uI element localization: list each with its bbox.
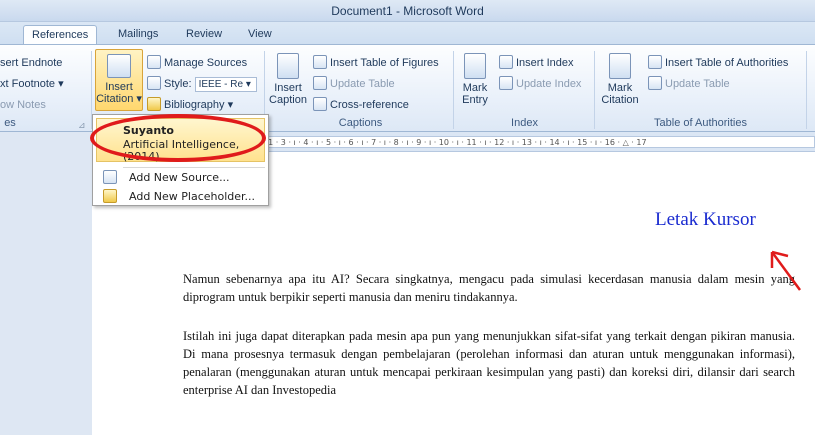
insert-table-of-figures-label: Insert Table of Figures (330, 57, 439, 69)
insert-caption-button[interactable]: Insert Caption (268, 53, 308, 106)
group-separator (806, 51, 807, 129)
add-new-placeholder-item[interactable]: Add New Placeholder... (96, 187, 265, 206)
insert-caption-label-line1: Insert (274, 82, 302, 94)
insert-citation-icon (107, 54, 131, 78)
document-paragraph-1[interactable]: Namun sebenarnya apa itu AI? Secara sing… (183, 270, 795, 306)
insert-caption-icon (277, 53, 299, 79)
update-table-authorities-icon (648, 76, 662, 90)
ribbon-tab-bar: References Mailings Review View (0, 22, 815, 44)
update-index-icon (499, 76, 513, 90)
bibliography-button[interactable]: Bibliography ▾ (147, 96, 233, 114)
style-label: Style: (164, 78, 192, 90)
update-table-authorities-label: Update Table (665, 78, 730, 90)
style-dropdown[interactable]: IEEE - Re ▾ (194, 77, 257, 92)
show-notes-button[interactable]: ow Notes (0, 96, 46, 114)
bibliography-icon (147, 97, 161, 111)
insert-citation-button[interactable]: Insert Citation ▾ (95, 49, 143, 111)
add-new-source-label: Add New Source... (129, 171, 230, 184)
style-icon (147, 76, 161, 90)
insert-index-icon (499, 55, 513, 69)
insert-citation-label-line2: Citation ▾ (96, 93, 142, 105)
update-index-button[interactable]: Update Index (499, 75, 581, 93)
insert-index-button[interactable]: Insert Index (499, 54, 573, 72)
style-selector[interactable]: Style: IEEE - Re ▾ (147, 75, 257, 93)
captions-group-label: Captions (338, 117, 383, 129)
manage-sources-icon (147, 55, 161, 69)
add-source-icon (103, 170, 117, 184)
insert-table-of-authorities-button[interactable]: Insert Table of Authorities (648, 54, 788, 72)
cross-reference-label: Cross-reference (330, 99, 409, 111)
annotation-arrow-icon (770, 250, 802, 291)
bibliography-label: Bibliography ▾ (164, 99, 234, 111)
mark-citation-button[interactable]: Mark Citation (598, 53, 642, 106)
group-separator (453, 51, 454, 129)
manage-sources-button[interactable]: Manage Sources (147, 54, 247, 72)
window-title: Document1 - Microsoft Word (331, 4, 484, 18)
mark-entry-icon (464, 53, 486, 79)
mark-citation-label-line2: Citation (601, 94, 639, 106)
index-group-label: Index (511, 117, 538, 129)
left-gutter (0, 132, 92, 435)
cross-reference-icon (313, 97, 327, 111)
add-new-placeholder-label: Add New Placeholder... (129, 190, 256, 203)
tab-review[interactable]: Review (178, 25, 230, 44)
document-paragraph-2[interactable]: Istilah ini juga dapat diterapkan pada m… (183, 327, 795, 399)
insert-table-of-figures-button[interactable]: Insert Table of Figures (313, 54, 439, 72)
manage-sources-label: Manage Sources (164, 57, 248, 69)
tab-mailings[interactable]: Mailings (110, 25, 166, 44)
next-footnote-button[interactable]: xt Footnote ▾ (0, 75, 64, 93)
insert-index-label: Insert Index (516, 57, 574, 69)
cursor-location-annotation: Letak Kursor (655, 209, 756, 230)
footnotes-group-label: es (4, 117, 16, 129)
add-placeholder-icon (103, 189, 117, 203)
insert-caption-label-line2: Caption (269, 94, 307, 106)
insert-endnote-button[interactable]: sert Endnote (0, 54, 62, 72)
update-table-figures-button[interactable]: Update Table (313, 75, 395, 93)
update-table-figures-label: Update Table (330, 78, 395, 90)
ruler-scale: · 1 · 3 · ı · 4 · ı · 5 · ı · 6 · ı · 7 … (262, 136, 815, 148)
table-of-figures-icon (313, 55, 327, 69)
mark-entry-label-line1: Mark (462, 82, 488, 94)
title-bar: Document1 - Microsoft Word (0, 0, 815, 22)
mark-entry-label-line2: Entry (462, 94, 488, 106)
table-of-authorities-icon (648, 55, 662, 69)
cross-reference-button[interactable]: Cross-reference (313, 96, 409, 114)
tab-view[interactable]: View (240, 25, 280, 44)
add-new-source-item[interactable]: Add New Source... (96, 168, 265, 187)
update-table-authorities-button[interactable]: Update Table (648, 75, 730, 93)
group-separator (594, 51, 595, 129)
mark-citation-label-line1: Mark (607, 82, 633, 94)
tab-references[interactable]: References (23, 25, 98, 44)
authorities-group-label: Table of Authorities (654, 117, 747, 129)
insert-table-of-authorities-label: Insert Table of Authorities (665, 57, 789, 69)
update-table-icon (313, 76, 327, 90)
mark-citation-icon (609, 53, 631, 79)
highlight-ellipse (90, 114, 266, 162)
update-index-label: Update Index (516, 78, 582, 90)
insert-citation-label-line1: Insert (105, 81, 133, 93)
mark-entry-button[interactable]: Mark Entry (457, 53, 493, 106)
